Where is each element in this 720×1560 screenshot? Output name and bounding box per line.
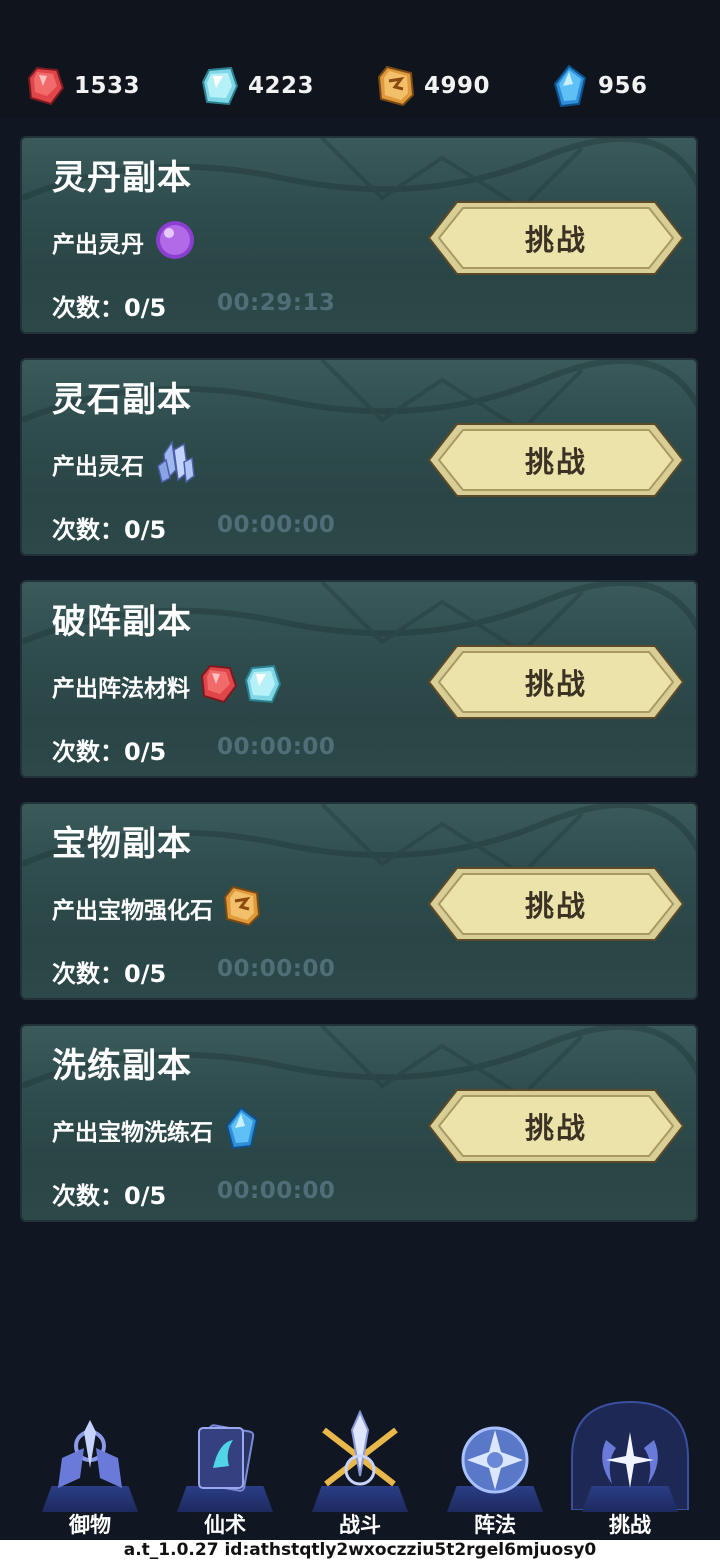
challenge-button[interactable]: 挑战 [427,644,685,720]
attempt-count: 次数：0/5 [52,516,167,544]
attempt-count: 次数：0/5 [52,1182,167,1210]
bottom-nav: 御物 仙术 战斗 阵法 挑战 [0,1392,720,1544]
dungeon-output: 产出阵法材料 [52,664,282,708]
resource-cyan-gem: 4223 [200,64,314,108]
output-label: 产出灵丹 [52,232,144,258]
nav-label: 战斗 [339,1513,381,1537]
dungeon-title: 宝物副本 [52,824,192,864]
challenge-button[interactable]: 挑战 [427,1088,685,1164]
resource-bar: 1533 4223 4990 956 [0,0,720,118]
dungeon-output: 产出灵丹 [52,220,196,264]
crystal-cluster-icon [154,439,196,488]
formation-wheel-icon [461,1426,529,1494]
resource-value: 4990 [424,73,491,99]
cooldown-timer: 00:00:00 [217,734,336,760]
spell-card-icon [198,1424,255,1492]
dungeon-title: 灵石副本 [52,380,192,420]
attempt-count: 次数：0/5 [52,738,167,766]
version-id-text: a.t_1.0.27 id:athstqtly2wxoczziu5t2rgel6… [0,1540,720,1560]
attempt-count: 次数：0/5 [52,960,167,988]
resource-blue-crystal: 956 [550,64,648,108]
cooldown-timer: 00:00:00 [217,1178,336,1204]
cooldown-timer: 00:00:00 [217,512,336,538]
nav-label: 阵法 [474,1513,516,1537]
dungeon-card-xilian: 洗练副本 产出宝物洗练石 次数：0/5 00:00:00 挑战 [20,1024,698,1222]
dungeon-output: 产出灵石 [52,439,196,488]
cooldown-timer: 00:00:00 [217,956,336,982]
nav-label: 仙术 [204,1513,246,1537]
resource-rune-stone: 4990 [376,64,490,108]
rune-stone-icon [223,885,261,931]
dungeon-title: 洗练副本 [52,1046,192,1086]
dungeon-output: 产出宝物洗练石 [52,1106,261,1154]
nav-label: 挑战 [609,1513,651,1537]
blue-crystal-icon [223,1106,261,1154]
challenge-button-label: 挑战 [524,223,587,257]
dungeon-title: 破阵副本 [52,602,192,642]
challenge-button-label: 挑战 [524,667,587,701]
challenge-emblem-icon [602,1432,658,1488]
nav-item-xianshu[interactable]: 仙术 [165,1392,285,1544]
output-label: 产出宝物强化石 [52,898,213,924]
dungeon-output: 产出宝物强化石 [52,885,261,931]
challenge-button-label: 挑战 [524,889,587,923]
resource-value: 956 [598,73,648,99]
crossed-swords-icon [322,1410,398,1487]
dungeon-card-baowu: 宝物副本 产出宝物强化石 次数：0/5 00:00:00 挑战 [20,802,698,1000]
nav-item-zhenfa[interactable]: 阵法 [435,1392,555,1544]
cyan-gem-icon [244,664,282,708]
nav-item-zhandou[interactable]: 战斗 [300,1392,420,1544]
nav-item-tiaozhan[interactable]: 挑战 [570,1392,690,1544]
challenge-button[interactable]: 挑战 [427,422,685,498]
challenge-button[interactable]: 挑战 [427,200,685,276]
challenge-button[interactable]: 挑战 [427,866,685,942]
challenge-button-label: 挑战 [524,445,587,479]
output-label: 产出阵法材料 [52,676,190,702]
nav-item-yuwu[interactable]: 御物 [30,1392,150,1544]
cyan-gem-icon [200,65,240,107]
resource-red-gem: 1533 [26,64,140,108]
resource-value: 4223 [248,73,315,99]
nav-label: 御物 [69,1513,111,1537]
rune-stone-icon [376,65,416,107]
red-gem-icon [200,664,238,708]
output-label: 产出灵石 [52,454,144,480]
resource-value: 1533 [74,73,141,99]
blue-crystal-icon [550,64,590,108]
output-label: 产出宝物洗练石 [52,1120,213,1146]
red-gem-icon [26,65,66,107]
dungeon-card-pozhen: 破阵副本 产出阵法材料 次数：0/5 00:00:00 挑战 [20,580,698,778]
cooldown-timer: 00:29:13 [217,290,336,316]
dungeon-card-lingshi: 灵石副本 产出灵石 次数：0/5 00:00:00 挑战 [20,358,698,556]
challenge-button-label: 挑战 [524,1111,587,1145]
sword-weapon-icon [58,1420,122,1488]
dungeon-title: 灵丹副本 [52,158,192,198]
dungeon-card-lingdan: 灵丹副本 产出灵丹 次数：0/5 00:29:13 挑战 [20,136,698,334]
purple-orb-icon [154,219,196,265]
attempt-count: 次数：0/5 [52,294,167,322]
